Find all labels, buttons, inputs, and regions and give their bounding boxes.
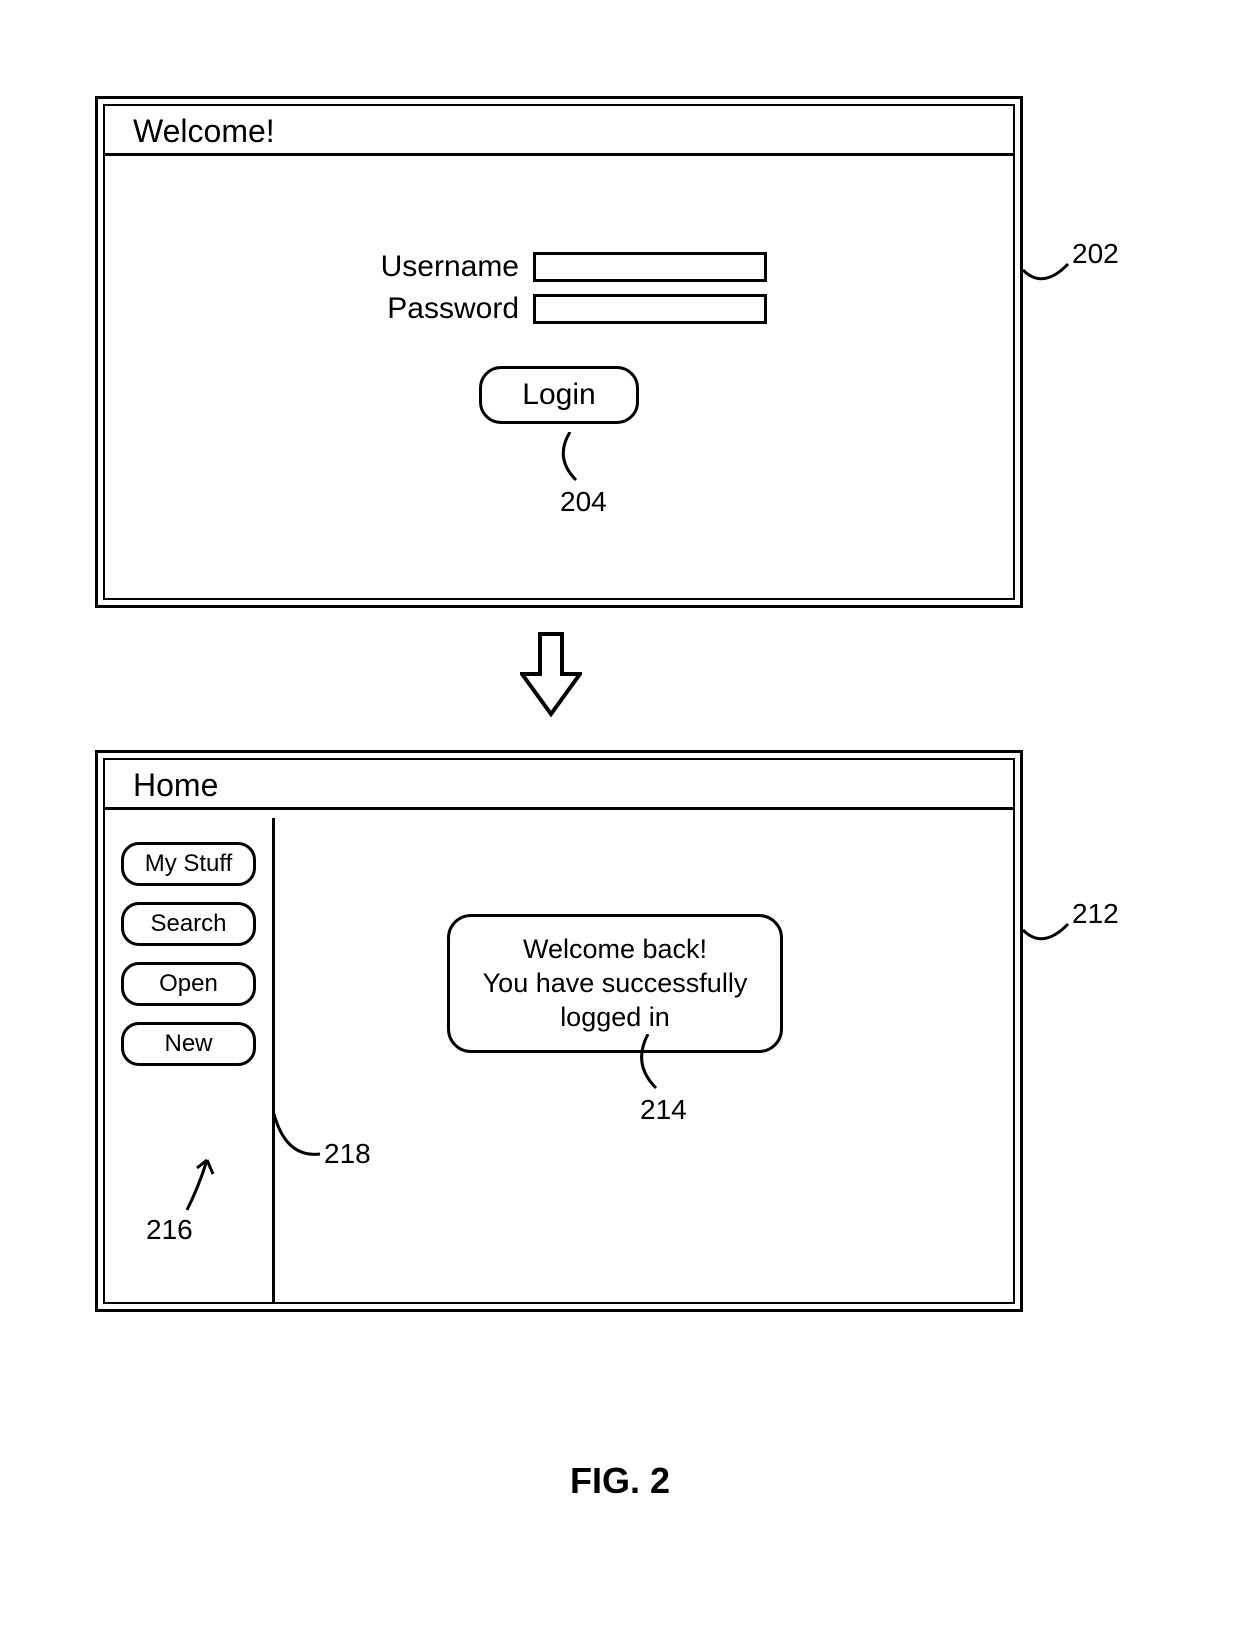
welcome-message-line2: You have successfully <box>472 967 758 1001</box>
home-window-title: Home <box>105 760 1013 810</box>
login-window-title: Welcome! <box>105 106 1013 156</box>
welcome-message: Welcome back! You have successfully logg… <box>447 914 783 1053</box>
new-button[interactable]: New <box>121 1022 256 1066</box>
open-button[interactable]: Open <box>121 962 256 1006</box>
callout-204: 204 <box>560 486 607 518</box>
login-button[interactable]: Login <box>479 366 639 424</box>
username-row: Username <box>105 250 1013 284</box>
callout-212: 212 <box>1072 898 1119 930</box>
callout-218: 218 <box>324 1138 371 1170</box>
home-window-inner: Home My Stuff Search Open New Welcome ba… <box>103 758 1015 1304</box>
login-window: Welcome! Username Password Login <box>95 96 1023 608</box>
login-form: Username Password Login <box>105 164 1013 598</box>
login-window-inner: Welcome! Username Password Login <box>103 104 1015 600</box>
callout-arrow-216-icon <box>177 1150 223 1216</box>
password-row: Password <box>105 292 1013 326</box>
home-window: Home My Stuff Search Open New Welcome ba… <box>95 750 1023 1312</box>
callout-202: 202 <box>1072 238 1119 270</box>
callout-leader-204 <box>546 432 606 488</box>
username-input[interactable] <box>533 252 767 282</box>
search-button[interactable]: Search <box>121 902 256 946</box>
callout-214: 214 <box>640 1094 687 1126</box>
password-label: Password <box>351 292 519 326</box>
password-input[interactable] <box>533 294 767 324</box>
flow-arrow-icon <box>520 632 582 718</box>
welcome-message-line3: logged in <box>472 1001 758 1035</box>
callout-leader-214 <box>624 1034 684 1096</box>
my-stuff-button[interactable]: My Stuff <box>121 842 256 886</box>
callout-216: 216 <box>146 1214 193 1246</box>
username-label: Username <box>351 250 519 284</box>
figure-label: FIG. 2 <box>0 1460 1240 1502</box>
home-body: My Stuff Search Open New Welcome back! Y… <box>105 818 1013 1302</box>
welcome-message-line1: Welcome back! <box>472 933 758 967</box>
